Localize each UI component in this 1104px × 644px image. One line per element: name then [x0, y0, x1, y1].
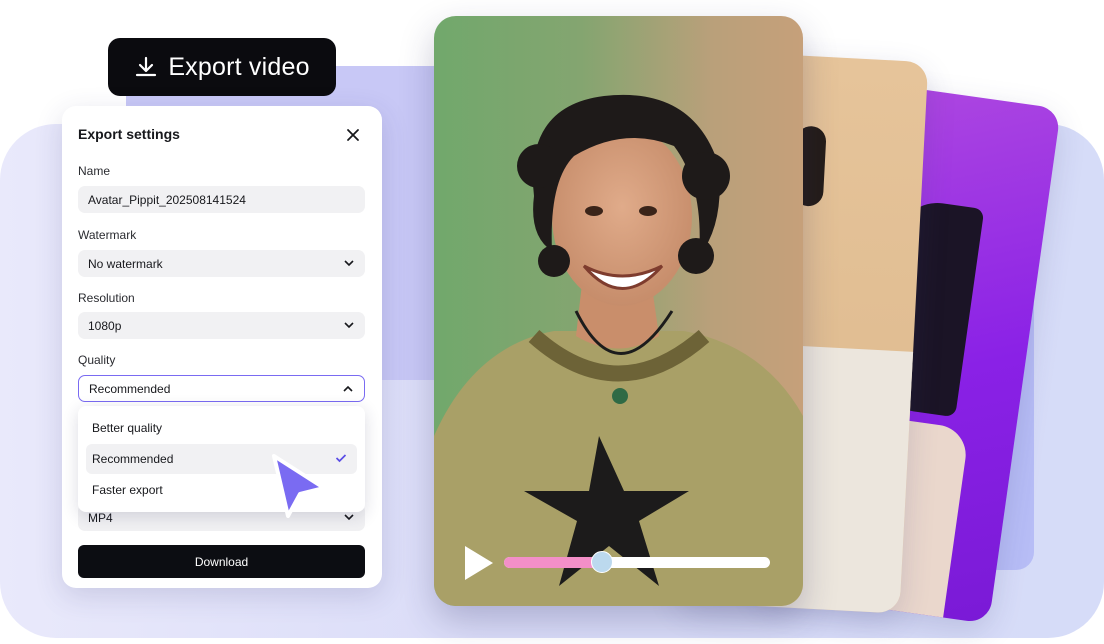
video-progress-bar[interactable] — [504, 551, 770, 573]
download-icon — [136, 56, 157, 77]
watermark-value: No watermark — [88, 256, 163, 271]
progress-fill — [504, 557, 603, 568]
quality-select[interactable]: Recommended — [78, 375, 365, 402]
export-settings-panel: Export settings Name Avatar_Pippit_20250… — [62, 106, 382, 588]
quality-label: Quality — [78, 353, 116, 367]
chevron-up-icon — [343, 385, 353, 392]
panel-title: Export settings — [78, 126, 180, 142]
cursor-pointer-icon — [272, 454, 326, 518]
resolution-label: Resolution — [78, 291, 135, 305]
watermark-select[interactable]: No watermark — [78, 250, 365, 277]
chevron-down-icon — [344, 260, 354, 267]
close-icon[interactable] — [344, 126, 362, 144]
avatar-photo — [434, 94, 803, 606]
video-preview — [434, 16, 803, 606]
quality-option-better[interactable]: Better quality — [86, 413, 357, 443]
resolution-value: 1080p — [88, 318, 122, 333]
resolution-select[interactable]: 1080p — [78, 312, 365, 339]
name-label: Name — [78, 164, 111, 178]
quality-value: Recommended — [89, 381, 171, 396]
name-value: Avatar_Pippit_202508141524 — [88, 192, 246, 207]
export-video-button[interactable]: Export video — [108, 38, 336, 96]
download-button[interactable]: Download — [78, 545, 365, 578]
play-icon[interactable] — [465, 546, 493, 580]
watermark-label: Watermark — [78, 228, 137, 242]
format-value: MP4 — [88, 510, 113, 525]
name-field[interactable]: Avatar_Pippit_202508141524 — [78, 186, 365, 213]
export-video-label: Export video — [168, 52, 310, 81]
chevron-down-icon — [344, 514, 354, 521]
check-icon — [335, 454, 347, 463]
chevron-down-icon — [344, 322, 354, 329]
